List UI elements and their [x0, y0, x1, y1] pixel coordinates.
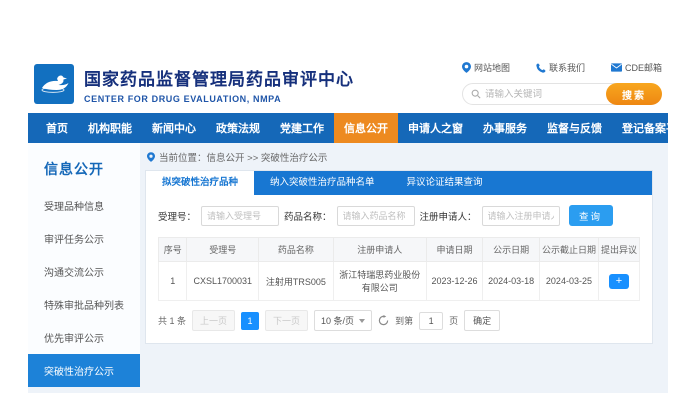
col-index: 序号	[159, 238, 187, 262]
refresh-icon	[378, 315, 389, 326]
refresh-button[interactable]	[378, 315, 389, 326]
add-objection-button[interactable]: +	[609, 274, 629, 289]
acceptance-no-input[interactable]	[201, 206, 279, 226]
next-page-button[interactable]: 下一页	[265, 310, 308, 331]
nav-item-registration-platform[interactable]: 登记备案平台	[612, 113, 698, 143]
content-card: 拟突破性治疗品种 纳入突破性治疗品种名单 异议论证结果查询 受理号： 药品名称：…	[145, 170, 653, 344]
search-icon	[471, 89, 481, 99]
confirm-button[interactable]: 确定	[464, 310, 500, 331]
site-title-cn: 国家药品监督管理局药品审评中心	[84, 65, 354, 90]
contact-link[interactable]: 联系我们	[536, 61, 585, 74]
sidebar-item-priority-review[interactable]: 优先审评公示	[28, 321, 140, 354]
cell-objection: +	[598, 262, 639, 301]
breadcrumb-text: 当前位置：信息公开 >> 突破性治疗公示	[159, 150, 327, 164]
page-body: 信息公开 受理品种信息 审评任务公示 沟通交流公示 特殊审批品种列表 优先审评公…	[28, 143, 668, 393]
prev-page-button[interactable]: 上一页	[192, 310, 235, 331]
nav-item-supervision[interactable]: 监督与反馈	[537, 113, 612, 143]
applicant-input[interactable]	[482, 206, 560, 226]
site-title-en: CENTER FOR DRUG EVALUATION, NMPA	[84, 94, 354, 104]
nav-item-functions[interactable]: 机构职能	[78, 113, 142, 143]
drug-name-label: 药品名称：	[284, 209, 332, 223]
col-publicity-date: 公示日期	[483, 238, 540, 262]
contact-label: 联系我们	[549, 61, 585, 74]
phone-icon	[536, 63, 546, 73]
top-links: 网站地图 联系我们 CDE邮箱	[462, 61, 662, 74]
page-size-select[interactable]: 10 条/页	[314, 310, 372, 331]
sitemap-label: 网站地图	[474, 61, 510, 74]
site-title-block: 国家药品监督管理局药品审评中心 CENTER FOR DRUG EVALUATI…	[84, 65, 354, 104]
nav-item-services[interactable]: 办事服务	[473, 113, 537, 143]
nav-item-party[interactable]: 党建工作	[270, 113, 334, 143]
tab-included-breakthrough-list[interactable]: 纳入突破性治疗品种名单	[254, 171, 391, 195]
table-header-row: 序号 受理号 药品名称 注册申请人 申请日期 公示日期 公示截止日期 提出异议	[159, 238, 640, 262]
goto-label: 到第	[395, 314, 413, 327]
sidebar-title: 信息公开	[28, 153, 140, 189]
search-input[interactable]	[485, 89, 595, 100]
cell-drug-name: 注射用TRS005	[259, 262, 334, 301]
nav-item-policy[interactable]: 政策法规	[206, 113, 270, 143]
mail-label: CDE邮箱	[625, 61, 662, 74]
site-container: 国家药品监督管理局药品审评中心 CENTER FOR DRUG EVALUATI…	[28, 55, 668, 393]
acceptance-no-label: 受理号：	[158, 209, 196, 223]
sidebar-item-review-tasks[interactable]: 审评任务公示	[28, 222, 140, 255]
query-button[interactable]: 查询	[569, 205, 613, 226]
main-nav: 首页 机构职能 新闻中心 政策法规 党建工作 信息公开 申请人之窗 办事服务 监…	[28, 113, 668, 143]
nav-item-home[interactable]: 首页	[36, 113, 78, 143]
drug-name-input[interactable]	[337, 206, 415, 226]
page-number-1[interactable]: 1	[241, 312, 259, 330]
col-publicity-deadline: 公示截止日期	[539, 238, 598, 262]
sidebar-item-special-approval[interactable]: 特殊审批品种列表	[28, 288, 140, 321]
cell-acceptance-no: CXSL1700031	[187, 262, 259, 301]
swan-logo-icon	[38, 68, 70, 100]
table-row: 1 CXSL1700031 注射用TRS005 浙江特瑞思药业股份有限公司 20…	[159, 262, 640, 301]
cell-publicity-deadline: 2024-03-25	[539, 262, 598, 301]
col-acceptance-no: 受理号	[187, 238, 259, 262]
tab-objection-result-query[interactable]: 异议论证结果查询	[391, 171, 499, 195]
cell-apply-date: 2023-12-26	[426, 262, 483, 301]
caret-down-icon	[359, 319, 365, 323]
goto-unit: 页	[449, 314, 458, 327]
cell-publicity-date: 2024-03-18	[483, 262, 540, 301]
nav-item-applicant[interactable]: 申请人之窗	[398, 113, 473, 143]
tab-bar: 拟突破性治疗品种 纳入突破性治疗品种名单 异议论证结果查询	[146, 171, 652, 195]
filter-form: 受理号： 药品名称： 注册申请人： 查询	[146, 195, 652, 235]
sidebar-item-accepted-varieties[interactable]: 受理品种信息	[28, 189, 140, 222]
col-drug-name: 药品名称	[259, 238, 334, 262]
col-applicant: 注册申请人	[333, 238, 426, 262]
sidebar-item-communication[interactable]: 沟通交流公示	[28, 255, 140, 288]
tab-proposed-breakthrough[interactable]: 拟突破性治疗品种	[146, 171, 254, 195]
pagination: 共 1 条 上一页 1 下一页 10 条/页 到第 页 确定	[146, 301, 652, 343]
search-button[interactable]: 搜索	[606, 83, 662, 105]
page-size-value: 10 条/页	[321, 314, 354, 327]
cell-applicant: 浙江特瑞思药业股份有限公司	[333, 262, 426, 301]
sidebar-item-breakthrough-therapy[interactable]: 突破性治疗公示	[28, 354, 140, 387]
nav-item-news[interactable]: 新闻中心	[142, 113, 206, 143]
col-raise-objection: 提出异议	[598, 238, 639, 262]
mail-link[interactable]: CDE邮箱	[611, 61, 662, 74]
map-pin-icon	[462, 62, 471, 73]
sidebar: 信息公开 受理品种信息 审评任务公示 沟通交流公示 特殊审批品种列表 优先审评公…	[28, 143, 140, 387]
applicant-label: 注册申请人：	[420, 209, 477, 223]
results-table: 序号 受理号 药品名称 注册申请人 申请日期 公示日期 公示截止日期 提出异议	[158, 237, 640, 301]
col-apply-date: 申请日期	[426, 238, 483, 262]
header-right: 网站地图 联系我们 CDE邮箱 搜索	[462, 61, 662, 105]
search-area: 搜索	[462, 83, 662, 105]
sitemap-link[interactable]: 网站地图	[462, 61, 510, 74]
goto-page-input[interactable]	[419, 312, 443, 330]
location-pin-icon	[147, 152, 155, 162]
breadcrumb: 当前位置：信息公开 >> 突破性治疗公示	[145, 143, 653, 170]
total-count: 共 1 条	[158, 314, 186, 327]
main-content: 当前位置：信息公开 >> 突破性治疗公示 拟突破性治疗品种 纳入突破性治疗品种名…	[140, 143, 668, 387]
cde-logo	[34, 64, 74, 104]
cell-index: 1	[159, 262, 187, 301]
envelope-icon	[611, 63, 622, 72]
nav-item-info-disclosure[interactable]: 信息公开	[334, 113, 398, 143]
site-header: 国家药品监督管理局药品审评中心 CENTER FOR DRUG EVALUATI…	[28, 55, 668, 113]
